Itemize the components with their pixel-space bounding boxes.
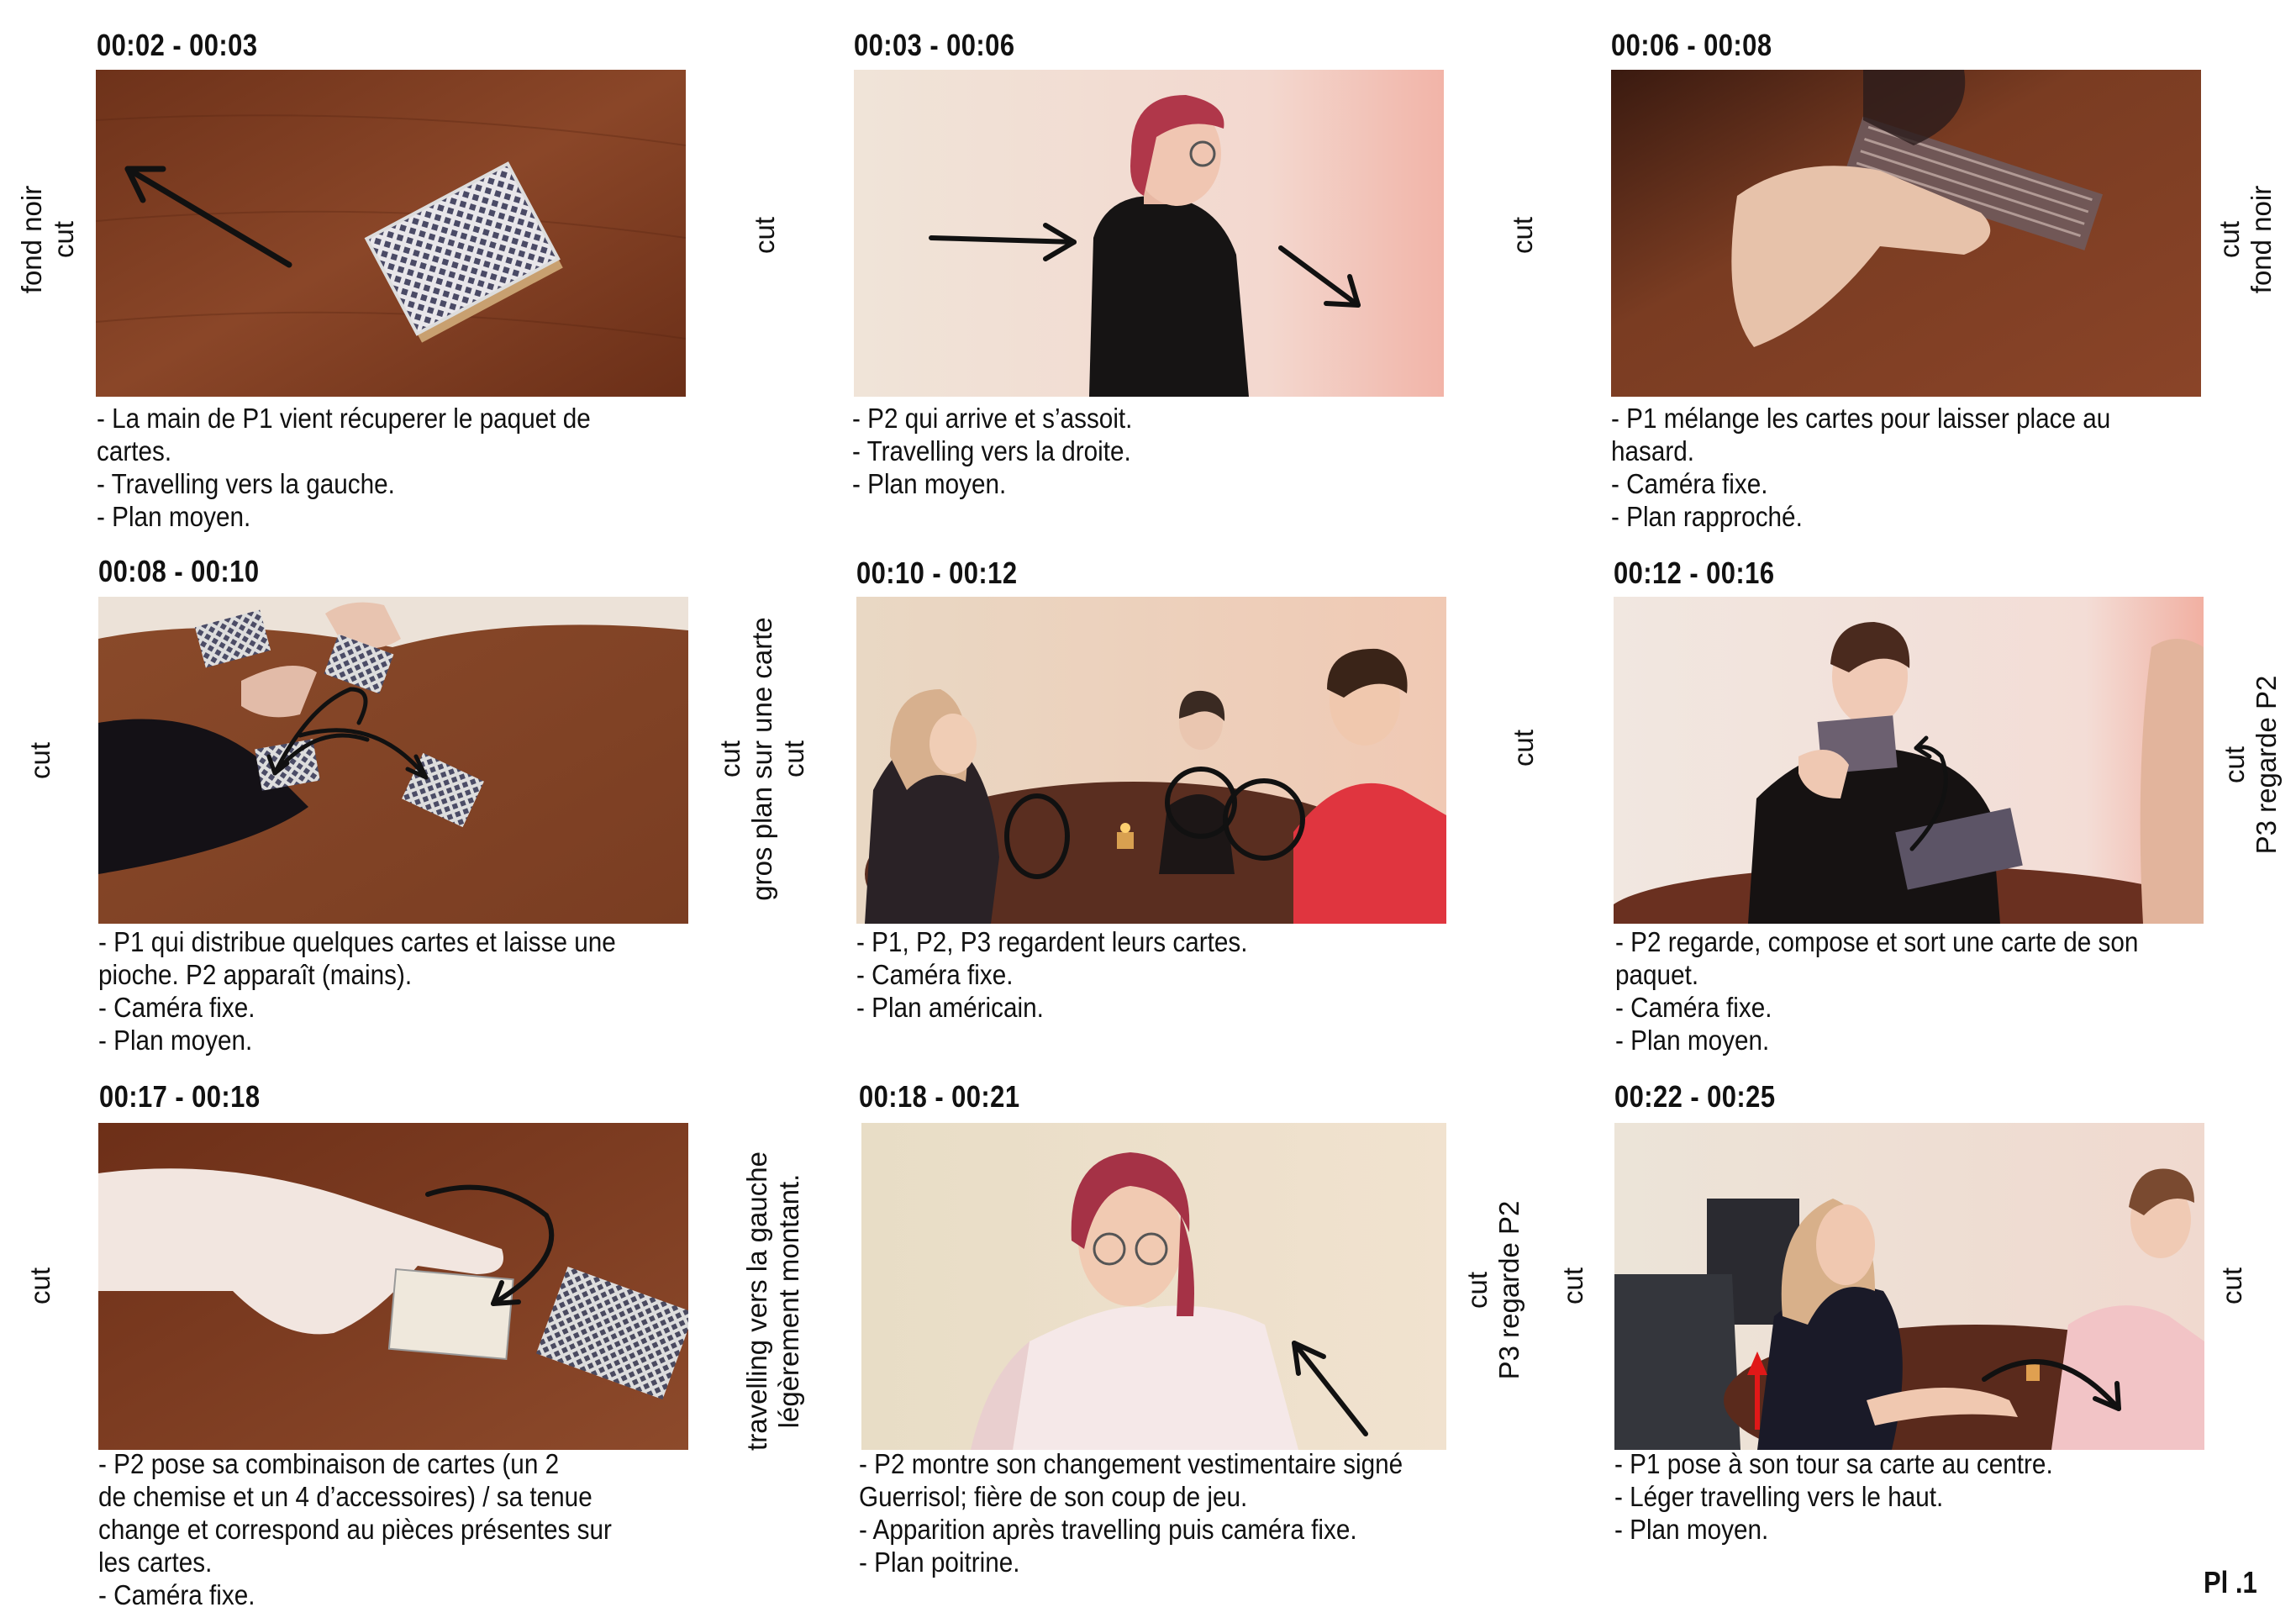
storyboard-frame-9 <box>1614 1123 2204 1450</box>
storyboard-frame-6 <box>1614 597 2204 924</box>
timecode: 00:03 - 00:06 <box>854 28 1015 62</box>
timecode: 00:17 - 00:18 <box>99 1079 261 1114</box>
timecode: 00:12 - 00:16 <box>1614 556 1775 590</box>
storyboard-frame-1 <box>96 70 686 397</box>
shot-description: - P2 pose sa combinaison de cartes (un 2… <box>98 1448 612 1610</box>
timecode: 00:22 - 00:25 <box>1614 1079 1776 1114</box>
timecode: 00:08 - 00:10 <box>98 554 260 588</box>
storyboard-frame-8 <box>861 1123 1446 1450</box>
shot-description: - La main de P1 vient récuperer le paque… <box>97 403 591 532</box>
storyboard-frame-3 <box>1611 70 2201 397</box>
shot-description: - P1, P2, P3 regardent leurs cartes. - Ca… <box>856 926 1248 1023</box>
shot-description: - P2 regarde, compose et sort une carte … <box>1615 926 2139 1056</box>
storyboard-frame-7 <box>98 1123 688 1450</box>
page-number: Pl .1 <box>2204 1565 2257 1599</box>
shot-description: - P1 qui distribue quelques cartes et la… <box>98 926 616 1056</box>
shot-description: - P2 montre son changement vestimentaire… <box>859 1448 1403 1578</box>
storyboard-frame-5 <box>856 597 1446 924</box>
storyboard-frame-4 <box>98 597 688 924</box>
timecode: 00:06 - 00:08 <box>1611 28 1772 62</box>
timecode: 00:18 - 00:21 <box>859 1079 1020 1114</box>
shot-description: - P1 mélange les cartes pour laisser pla… <box>1611 403 2111 532</box>
timecode: 00:10 - 00:12 <box>856 556 1018 590</box>
storyboard-frame-2 <box>854 70 1444 397</box>
timecode: 00:02 - 00:03 <box>97 28 258 62</box>
shot-description: - P1 pose à son tour sa carte au centre.… <box>1614 1448 2053 1545</box>
shot-description: - P2 qui arrive et s’assoit. - Travelling… <box>852 403 1133 499</box>
